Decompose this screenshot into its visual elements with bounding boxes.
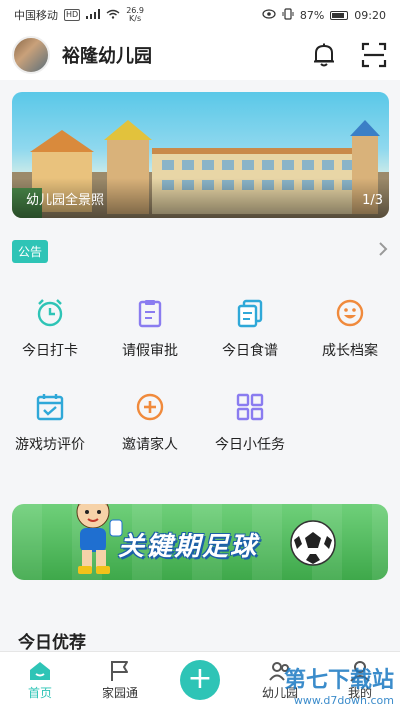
scan-icon[interactable] — [360, 41, 388, 69]
banner-counter: 1/3 — [362, 193, 383, 208]
feature-grid: 今日打卡 请假审批 今日食谱 成长档案 游戏坊评价 邀请家人 今日小任务 — [0, 296, 400, 454]
banner-caption: 幼儿园全景照 — [26, 193, 105, 208]
watermark-main: 第七下载站 — [283, 668, 394, 693]
football-promo-banner[interactable]: 关键期足球 — [12, 504, 388, 580]
net-speed: 26.9 K/s — [126, 7, 144, 23]
battery-icon — [330, 10, 349, 20]
clipboard-icon — [133, 296, 167, 330]
plus-icon[interactable]: + — [180, 660, 220, 700]
feature-label: 请假审批 — [122, 343, 178, 359]
tab-label: 家园通 — [101, 686, 138, 700]
app-header: 裕隆幼儿园 — [0, 30, 400, 80]
feature-checkin[interactable]: 今日打卡 — [0, 296, 100, 360]
feature-label: 游戏坊评价 — [15, 437, 85, 453]
wifi-icon — [106, 9, 120, 22]
promo-title: 关键期足球 — [118, 532, 259, 562]
feature-invite-family[interactable]: 邀请家人 — [100, 390, 200, 454]
feature-label: 邀请家人 — [122, 437, 178, 453]
battery-percent: 87% — [299, 8, 325, 22]
hd-badge: HD — [64, 9, 81, 21]
notice-badge: 公告 — [12, 239, 49, 263]
feature-label: 今日打卡 — [22, 343, 78, 359]
bell-icon[interactable] — [310, 41, 338, 69]
smile-icon — [333, 296, 367, 330]
school-avatar[interactable] — [12, 36, 50, 74]
feature-label: 今日小任务 — [215, 437, 285, 453]
feature-recipe[interactable]: 今日食谱 — [200, 296, 300, 360]
net-speed-unit: K/s — [129, 14, 142, 23]
tab-label: 首页 — [27, 686, 52, 700]
feature-label: 成长档案 — [322, 343, 378, 359]
eye-icon — [262, 8, 276, 22]
soccer-ball-icon — [290, 520, 336, 566]
documents-icon — [233, 296, 267, 330]
feature-game-review[interactable]: 游戏坊评价 — [0, 390, 100, 454]
site-watermark: 第七下载站 www.d7down.com — [284, 662, 394, 707]
tab-add[interactable]: + — [160, 658, 240, 700]
campus-banner[interactable]: 幼儿园全景照 1/3 — [12, 92, 389, 218]
flag-icon — [107, 658, 133, 684]
feature-growth-archive[interactable]: 成长档案 — [300, 296, 400, 360]
tab-home[interactable]: 首页 — [0, 658, 80, 701]
school-title: 裕隆幼儿园 — [62, 46, 152, 67]
grid-icon — [233, 390, 267, 424]
plus-circle-icon — [133, 390, 167, 424]
clock: 09:20 — [354, 8, 386, 22]
alarm-clock-icon — [33, 296, 67, 330]
calendar-check-icon — [33, 390, 67, 424]
signal-icon — [86, 8, 101, 22]
feature-leave-approval[interactable]: 请假审批 — [100, 296, 200, 360]
tab-home-school[interactable]: 家园通 — [80, 658, 160, 701]
status-bar: 中国移动 HD 26.9 K/s 87% 09:20 — [0, 0, 400, 30]
feature-label: 今日食谱 — [222, 343, 278, 359]
chevron-right-icon[interactable] — [378, 241, 388, 262]
carrier-label: 中国移动 — [14, 9, 58, 22]
recommend-section-title: 今日优荐 — [18, 633, 86, 653]
banner-caption-bar: 幼儿园全景照 1/3 — [12, 178, 389, 218]
watermark-url: www.d7down.com — [293, 694, 394, 707]
vibrate-icon — [282, 7, 294, 23]
feature-daily-task[interactable]: 今日小任务 — [200, 390, 300, 454]
notice-row[interactable]: 公告 — [12, 238, 388, 264]
home-icon — [27, 658, 53, 684]
